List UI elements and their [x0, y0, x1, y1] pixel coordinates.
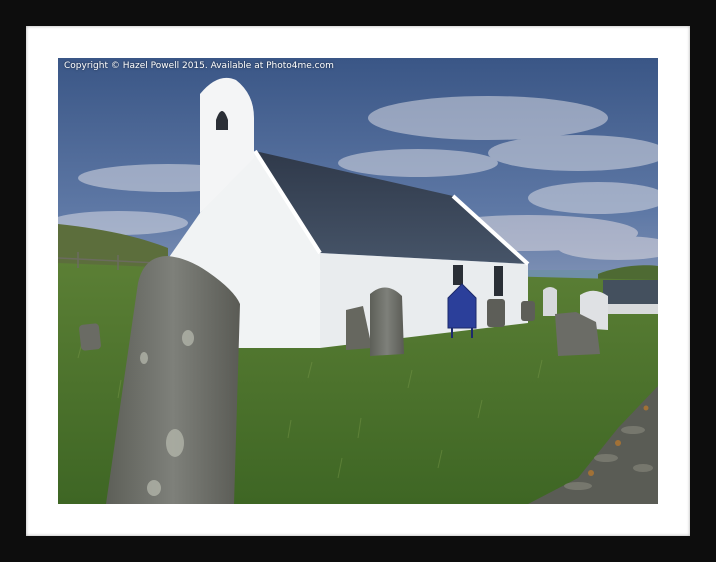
headstone-3 [487, 299, 505, 327]
church-window-2 [494, 266, 503, 296]
church-photo-scene [58, 58, 658, 504]
church-window-1 [453, 265, 463, 285]
headstone-white-1 [543, 287, 557, 316]
headstone-4 [521, 301, 535, 321]
outbuilding-roof [603, 280, 658, 306]
headstone-2 [370, 287, 404, 356]
outbuilding-wall [603, 304, 658, 314]
picture-frame: Copyright © Hazel Powell 2015. Available… [0, 0, 716, 562]
headstone-far-left [79, 323, 101, 351]
photo: Copyright © Hazel Powell 2015. Available… [58, 58, 658, 504]
copyright-watermark: Copyright © Hazel Powell 2015. Available… [64, 61, 334, 71]
